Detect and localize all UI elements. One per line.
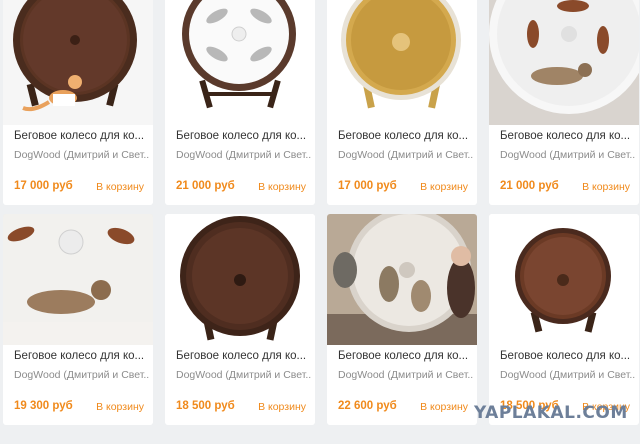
product-card[interactable]: Беговое колесо для ко... DogWood (Дмитри…: [3, 0, 153, 205]
product-photo[interactable]: [165, 0, 315, 125]
product-card[interactable]: Беговое колесо для ко... DogWood (Дмитри…: [165, 214, 315, 425]
product-price: 19 300 руб: [14, 400, 73, 412]
product-card[interactable]: Беговое колесо для ко... DogWood (Дмитри…: [165, 0, 315, 205]
product-title[interactable]: Беговое колесо для ко...: [176, 130, 311, 142]
add-to-cart-button[interactable]: В корзину: [582, 181, 630, 193]
site-watermark: YAPLAKAL.COM: [474, 403, 628, 423]
seller-name[interactable]: DogWood (Дмитрий и Свет...: [176, 369, 311, 381]
product-card[interactable]: Беговое колесо для ко... DogWood (Дмитри…: [3, 214, 153, 425]
add-to-cart-button[interactable]: В корзину: [96, 181, 144, 193]
product-title[interactable]: Беговое колесо для ко...: [500, 130, 635, 142]
product-photo[interactable]: [327, 214, 477, 345]
add-to-cart-button[interactable]: В корзину: [96, 401, 144, 413]
add-to-cart-button[interactable]: В корзину: [258, 401, 306, 413]
add-to-cart-button[interactable]: В корзину: [258, 181, 306, 193]
product-title[interactable]: Беговое колесо для ко...: [14, 350, 149, 362]
seller-name[interactable]: DogWood (Дмитрий и Свет...: [14, 369, 149, 381]
product-card[interactable]: Беговое колесо для ко... DogWood (Дмитри…: [327, 214, 477, 425]
product-photo[interactable]: [165, 214, 315, 345]
product-price: 17 000 руб: [14, 180, 73, 192]
product-title[interactable]: Беговое колесо для ко...: [500, 350, 635, 362]
product-price: 17 000 руб: [338, 180, 397, 192]
product-photo[interactable]: [327, 0, 477, 125]
seller-name[interactable]: DogWood (Дмитрий и Свет...: [500, 369, 635, 381]
add-to-cart-button[interactable]: В корзину: [420, 181, 468, 193]
product-price: 22 600 руб: [338, 400, 397, 412]
product-photo[interactable]: [489, 0, 639, 125]
product-title[interactable]: Беговое колесо для ко...: [338, 350, 473, 362]
product-photo[interactable]: [3, 0, 153, 125]
product-price: 21 000 руб: [500, 180, 559, 192]
seller-name[interactable]: DogWood (Дмитрий и Свет...: [14, 149, 149, 161]
seller-name[interactable]: DogWood (Дмитрий и Свет...: [338, 369, 473, 381]
add-to-cart-button[interactable]: В корзину: [420, 401, 468, 413]
product-photo[interactable]: [3, 214, 153, 345]
product-title[interactable]: Беговое колесо для ко...: [14, 130, 149, 142]
seller-name[interactable]: DogWood (Дмитрий и Свет...: [338, 149, 473, 161]
product-price: 18 500 руб: [176, 400, 235, 412]
product-photo[interactable]: [489, 214, 639, 345]
product-card[interactable]: Беговое колесо для ко... DogWood (Дмитри…: [489, 0, 639, 205]
product-price: 21 000 руб: [176, 180, 235, 192]
seller-name[interactable]: DogWood (Дмитрий и Свет...: [500, 149, 635, 161]
product-card[interactable]: Беговое колесо для ко... DogWood (Дмитри…: [327, 0, 477, 205]
product-title[interactable]: Беговое колесо для ко...: [176, 350, 311, 362]
seller-name[interactable]: DogWood (Дмитрий и Свет...: [176, 149, 311, 161]
product-title[interactable]: Беговое колесо для ко...: [338, 130, 473, 142]
product-card[interactable]: Беговое колесо для ко... DogWood (Дмитри…: [489, 214, 639, 425]
